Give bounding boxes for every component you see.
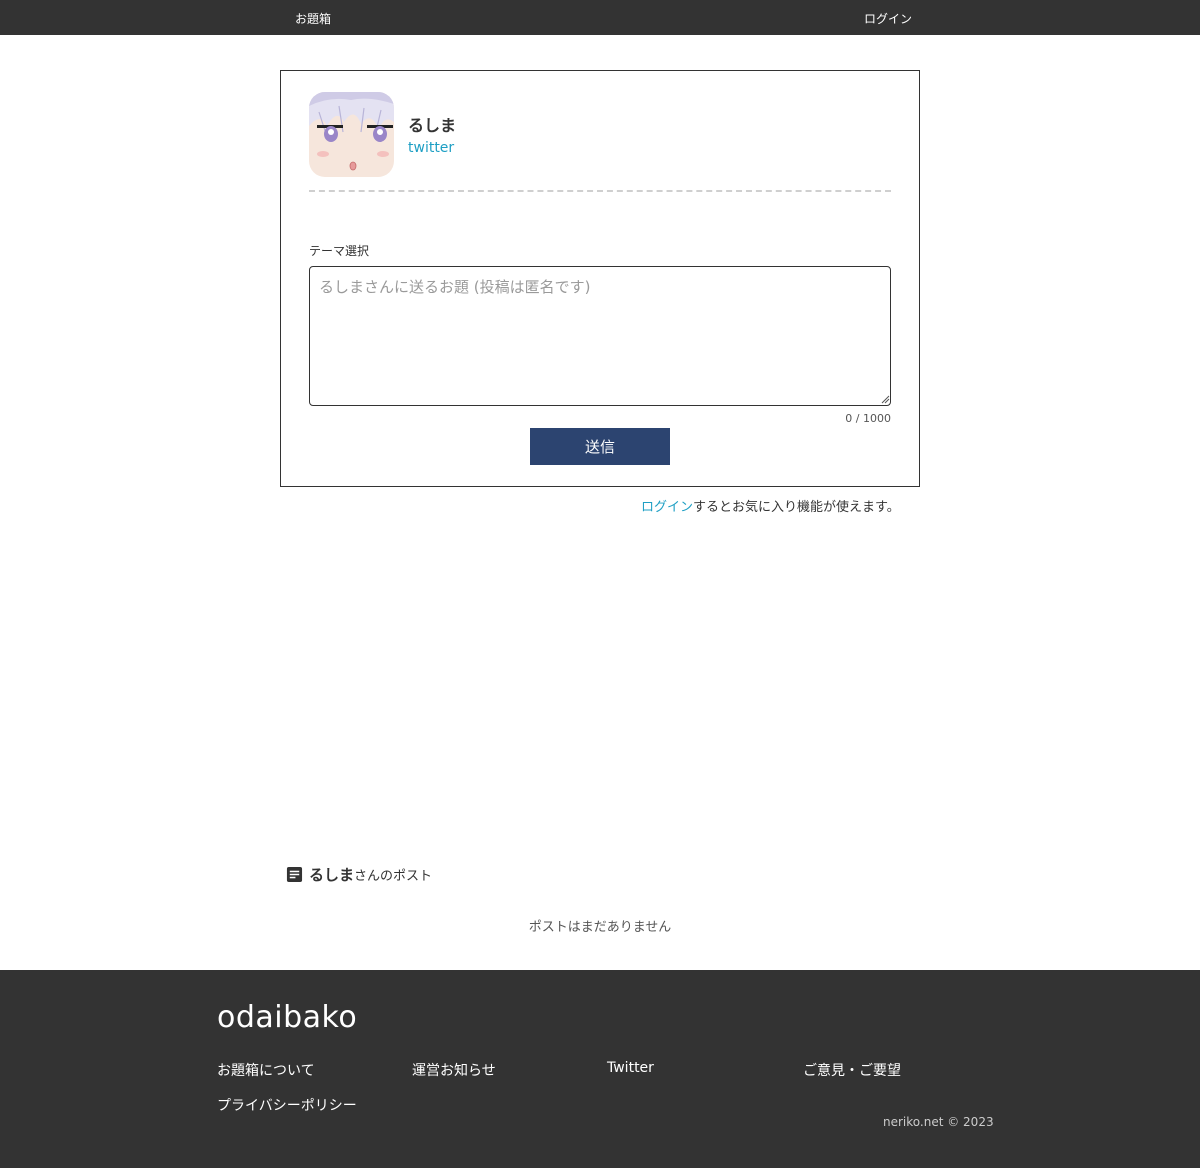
login-link[interactable]: ログイン (864, 10, 912, 27)
char-counter: 0 / 1000 (845, 412, 891, 425)
login-note-link[interactable]: ログイン (641, 500, 693, 515)
top-navbar: お題箱 ログイン (0, 0, 1200, 35)
footer-link-feedback[interactable]: ご意見・ご要望 (803, 1060, 901, 1080)
footer-link-about[interactable]: お題箱について (217, 1060, 315, 1080)
profile-name: るしま (408, 116, 457, 135)
posts-user-name: るしま (309, 866, 355, 884)
twitter-link[interactable]: twitter (408, 140, 454, 156)
footer: odaibako お題箱について 運営お知らせ Twitter ご意見・ご要望 … (0, 970, 1200, 1168)
posts-title-suffix: さんのポスト (354, 869, 433, 884)
footer-link-privacy[interactable]: プライバシーポリシー (217, 1095, 357, 1115)
brand-link[interactable]: お題箱 (295, 10, 331, 27)
question-card: るしま twitter テーマ選択 0 / 1000 送信 (280, 70, 920, 487)
theme-select-label: テーマ選択 (309, 244, 370, 258)
profile-divider (309, 190, 891, 192)
resize-handle-icon[interactable] (881, 395, 890, 404)
footer-link-twitter[interactable]: Twitter (607, 1060, 654, 1076)
footer-link-news[interactable]: 運営お知らせ (412, 1060, 496, 1080)
footer-logo: odaibako (217, 1000, 358, 1035)
avatar (309, 92, 394, 177)
posts-header: るしま さんのポスト (286, 864, 432, 885)
question-textarea[interactable] (309, 266, 891, 406)
login-note: ログインするとお気に入り機能が使えます。 (641, 496, 900, 515)
copyright: neriko.net © 2023 (883, 1115, 994, 1129)
login-note-text: するとお気に入り機能が使えます。 (693, 500, 900, 515)
document-icon (286, 866, 303, 883)
send-button[interactable]: 送信 (530, 428, 670, 465)
empty-posts-message: ポストはまだありません (528, 920, 672, 935)
